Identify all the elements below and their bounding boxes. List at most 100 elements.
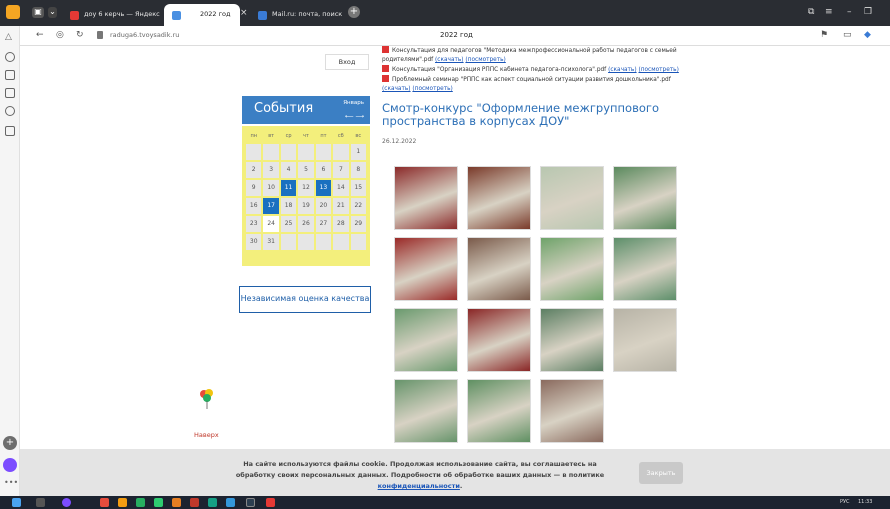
calendar-day[interactable]: 15 (350, 180, 366, 196)
tab-2022[interactable]: 2022 год (164, 4, 240, 26)
tab-mail[interactable]: Mail.ru: почта, поиск в ин (250, 4, 342, 26)
close-cookie-button[interactable]: Закрыть (639, 462, 683, 484)
calendar-day[interactable]: 30 (246, 234, 262, 250)
gallery-photo[interactable] (467, 166, 531, 230)
gallery-photo[interactable] (394, 308, 458, 372)
menu-icon[interactable]: ≡ (825, 7, 833, 17)
url-field[interactable]: raduga6.tvoysadik.ru (110, 31, 179, 39)
back-to-top-link[interactable]: Наверх (194, 431, 219, 439)
tab-menu-icon[interactable]: ▣ (32, 7, 44, 18)
login-button[interactable]: Вход (325, 54, 369, 70)
app-icon[interactable] (136, 498, 145, 507)
gallery-photo[interactable] (613, 308, 677, 372)
calendar-day[interactable]: 28 (333, 216, 349, 232)
yandex-browser-logo[interactable] (6, 5, 20, 19)
app-icon[interactable] (118, 498, 127, 507)
gallery-photo[interactable] (467, 237, 531, 301)
calendar-day[interactable]: 27 (315, 216, 332, 232)
calendar-day[interactable]: 1 (350, 144, 366, 160)
calendar-day[interactable]: 12 (298, 180, 314, 196)
gallery-photo[interactable] (467, 308, 531, 372)
reader-icon[interactable]: ▭ (843, 30, 852, 40)
calendar-day[interactable]: 5 (298, 162, 314, 178)
app-icon[interactable] (208, 498, 217, 507)
collections-icon[interactable]: ⧉ (808, 7, 814, 17)
contest-title[interactable]: Смотр-конкурс "Оформление межгруппового … (382, 102, 682, 128)
view-link[interactable]: (посмотреть) (638, 67, 678, 73)
gallery-photo[interactable] (540, 166, 604, 230)
alice-taskbar-icon[interactable] (62, 498, 71, 507)
more-dots-icon[interactable]: ••• (4, 478, 18, 487)
calendar-day[interactable]: 31 (263, 234, 279, 250)
download-link[interactable]: (скачать) (608, 67, 637, 73)
gallery-photo[interactable] (540, 308, 604, 372)
app-icon[interactable] (246, 498, 255, 507)
notes-icon[interactable] (5, 88, 15, 98)
privacy-policy-link[interactable]: конфиденциальности (378, 482, 460, 490)
gallery-photo[interactable] (613, 237, 677, 301)
calendar-day[interactable]: 8 (350, 162, 366, 178)
restore-icon[interactable]: ❐ (864, 7, 872, 17)
download-link[interactable]: (скачать) (382, 86, 411, 92)
calendar-day[interactable]: 3 (263, 162, 279, 178)
calendar-day[interactable]: 9 (246, 180, 262, 196)
calendar-day[interactable]: 25 (280, 216, 297, 232)
view-link[interactable]: (посмотреть) (465, 57, 505, 63)
calendar-day[interactable]: 29 (350, 216, 366, 232)
reload-icon[interactable]: ↻ (76, 30, 84, 40)
app-icon[interactable] (100, 498, 109, 507)
minimize-icon[interactable]: – (847, 7, 852, 17)
calendar-day[interactable]: 6 (315, 162, 332, 178)
view-link[interactable]: (посмотреть) (412, 86, 452, 92)
language-indicator[interactable]: РУС (840, 499, 850, 505)
calendar-day[interactable]: 20 (315, 198, 332, 214)
music-icon[interactable] (5, 106, 15, 116)
gallery-photo[interactable] (540, 237, 604, 301)
calendar-day[interactable]: 24 (263, 216, 279, 232)
task-view-icon[interactable] (36, 498, 45, 507)
calendar-day[interactable]: 23 (246, 216, 262, 232)
clock[interactable]: 11:33 (858, 499, 872, 505)
chevron-down-icon[interactable]: ⌄ (48, 7, 57, 18)
protect-icon[interactable]: ◎ (56, 30, 64, 40)
calendar-day[interactable]: 26 (298, 216, 314, 232)
calendar-day[interactable]: 16 (246, 198, 262, 214)
history-icon[interactable] (5, 52, 15, 62)
bookmark-icon[interactable]: ⚑ (820, 30, 828, 40)
calendar-day[interactable]: 14 (333, 180, 349, 196)
gallery-photo[interactable] (467, 379, 531, 443)
calendar-day[interactable]: 4 (280, 162, 297, 178)
download-link[interactable]: (скачать) (435, 57, 464, 63)
extensions-icon[interactable]: ◆ (864, 30, 871, 40)
calendar-day[interactable]: 10 (263, 180, 279, 196)
gallery-icon[interactable] (5, 126, 15, 136)
app-icon[interactable] (172, 498, 181, 507)
new-tab-button[interactable]: + (348, 6, 360, 18)
yandex-taskbar-icon[interactable] (266, 498, 275, 507)
tab-yandex[interactable]: доу 6 керчь — Яндекс:на (62, 4, 160, 26)
calendar-day[interactable]: 13 (315, 180, 332, 196)
calendar-day[interactable]: 2 (246, 162, 262, 178)
calendar-day[interactable]: 7 (333, 162, 349, 178)
back-arrow-icon[interactable]: ← (36, 30, 44, 40)
calendar-day[interactable]: 19 (298, 198, 314, 214)
gallery-photo[interactable] (394, 237, 458, 301)
close-tab-icon[interactable]: × (240, 8, 248, 18)
add-panel-icon[interactable]: + (3, 436, 17, 450)
windows-start-icon[interactable] (12, 498, 21, 507)
calendar-day[interactable]: 22 (350, 198, 366, 214)
calendar-day[interactable]: 21 (333, 198, 349, 214)
gallery-photo[interactable] (613, 166, 677, 230)
calendar-day[interactable]: 11 (280, 180, 297, 196)
quality-assessment-button[interactable]: Независимая оценка качества (239, 286, 371, 313)
app-icon[interactable] (154, 498, 163, 507)
app-icon[interactable] (226, 498, 235, 507)
bell-icon[interactable]: △ (5, 32, 15, 42)
calendar-day[interactable]: 18 (280, 198, 297, 214)
calendar-icon[interactable] (5, 70, 15, 80)
alice-icon[interactable] (3, 458, 17, 472)
month-nav-arrows[interactable]: ⟵ ⟶ (345, 113, 364, 120)
gallery-photo[interactable] (394, 166, 458, 230)
gallery-photo[interactable] (540, 379, 604, 443)
calendar-day[interactable]: 17 (263, 198, 279, 214)
